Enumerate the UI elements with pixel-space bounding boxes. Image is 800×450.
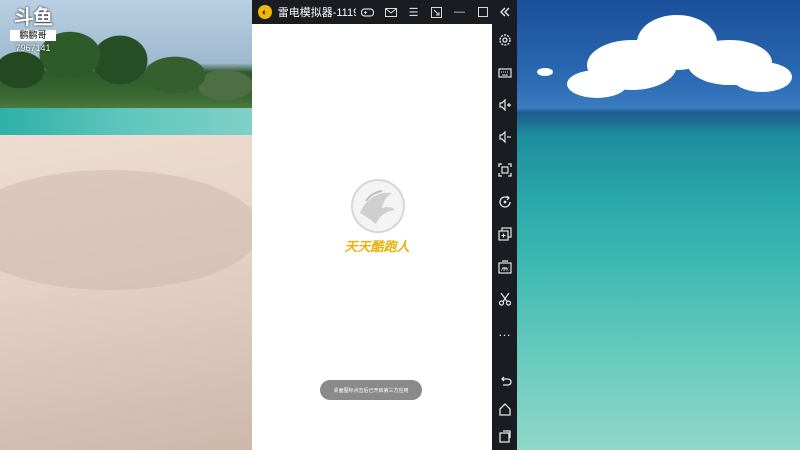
keyboard-icon[interactable]: [492, 61, 517, 85]
minimize-to-tray-icon[interactable]: [425, 0, 448, 24]
double-chevron-left-icon[interactable]: [492, 0, 517, 24]
menu-icon[interactable]: ☰: [402, 0, 425, 24]
install-apk-icon[interactable]: APK: [492, 255, 517, 279]
emulator-window: ◐ 雷电模拟器-1119 ☰ — ✕ 天天酷: [252, 0, 517, 450]
room-id: 7967141: [15, 43, 51, 53]
minimize-icon[interactable]: —: [448, 0, 471, 24]
window-title: 雷电模拟器-1119: [277, 7, 356, 19]
wallpaper-left: [0, 0, 252, 450]
rotate-icon[interactable]: [492, 190, 517, 214]
wallpaper-right: [517, 0, 800, 450]
stream-watermark: 斗鱼 鹏鹏哥 7967141: [10, 8, 56, 53]
cloud: [567, 70, 627, 98]
settings-icon[interactable]: [492, 28, 517, 52]
volume-down-icon[interactable]: [492, 125, 517, 149]
cloud: [537, 68, 553, 76]
volume-up-icon[interactable]: [492, 93, 517, 117]
splash-logo: 天天酷跑人: [342, 179, 412, 269]
recent-apps-icon[interactable]: [492, 424, 517, 448]
cloud: [732, 62, 792, 92]
scissors-icon[interactable]: [492, 287, 517, 311]
emulator-sidebar: APK …: [492, 0, 517, 450]
home-icon[interactable]: [492, 397, 517, 421]
maximize-icon[interactable]: [471, 0, 494, 24]
mail-icon[interactable]: [379, 0, 402, 24]
gamepad-icon[interactable]: [356, 0, 379, 24]
multi-instance-icon[interactable]: [492, 222, 517, 246]
ldplayer-logo-icon: ◐: [258, 5, 272, 19]
splash-brand-text: 天天酷跑人: [344, 239, 410, 255]
toast-message: 桌面图标点击后已开启第三方应用: [320, 380, 422, 400]
streamer-name: 鹏鹏哥: [10, 30, 56, 41]
screenshot-icon[interactable]: [492, 158, 517, 182]
back-icon[interactable]: [492, 370, 517, 394]
svg-text:APK: APK: [501, 267, 509, 272]
title-bar[interactable]: ◐ 雷电模拟器-1119 ☰ — ✕: [252, 0, 517, 24]
douyu-logo: 斗鱼: [14, 7, 53, 29]
more-icon[interactable]: …: [492, 319, 517, 343]
android-screen[interactable]: 天天酷跑人 桌面图标点击后已开启第三方应用: [252, 24, 492, 450]
wet-sand: [0, 170, 252, 290]
